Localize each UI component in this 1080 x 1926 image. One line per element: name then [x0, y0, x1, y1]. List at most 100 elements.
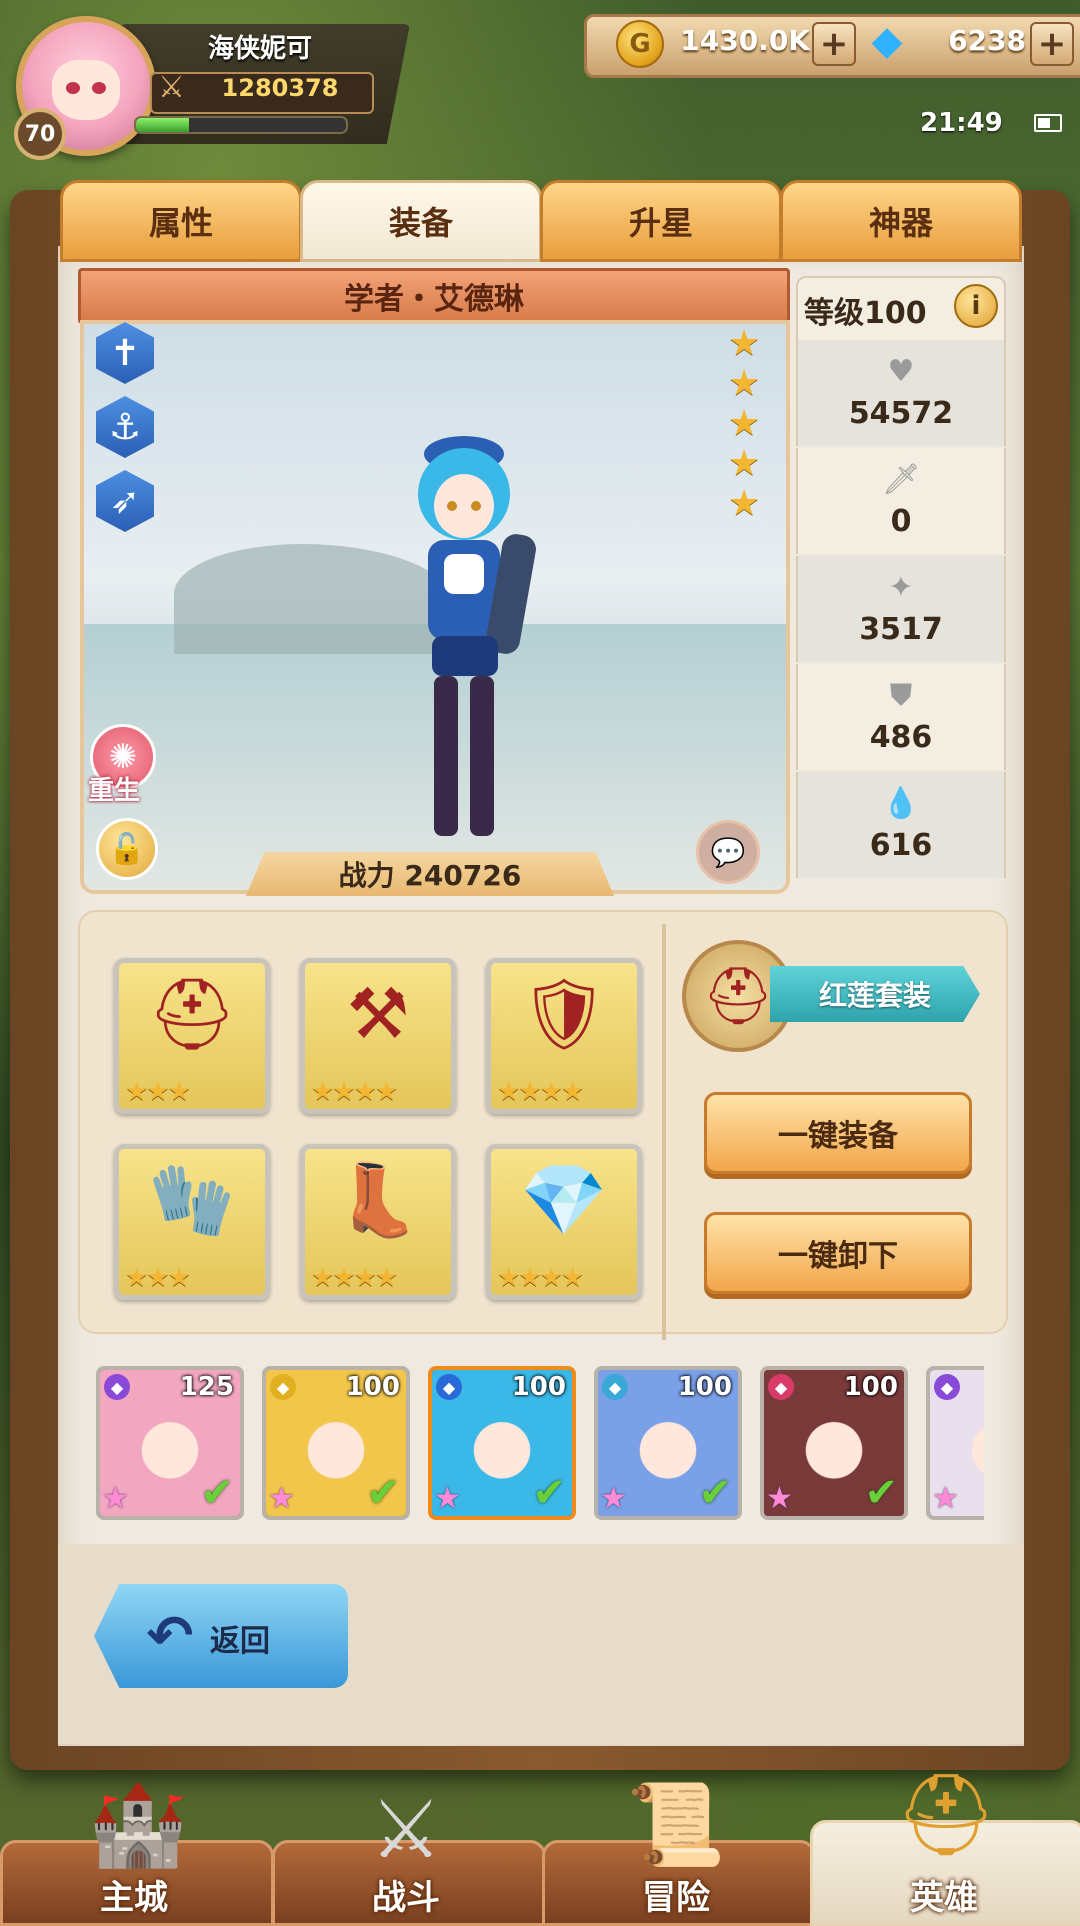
rainbow-star-icon: ★ [932, 1481, 959, 1516]
back-label: 返回 [210, 1624, 270, 1659]
equipment-set-label[interactable]: 红莲套装 [770, 966, 980, 1022]
nav-battle-label: 战斗 [372, 1878, 440, 1918]
hero-roster[interactable]: ◆ 125 ✔ ★ ◆ 100 ✔ ★ ◆ 100 ✔ ★ ◆ 100 ✔ ★ ◆ 100 ✔ ★ ◆ ★ [96, 1366, 984, 1522]
rainbow-star-icon: ★ [102, 1481, 129, 1516]
nav-hero-label: 英雄 [910, 1878, 978, 1918]
rainbow-star-icon: ★ [766, 1481, 793, 1516]
stat-row: 💧 616 [796, 772, 1006, 878]
hero-card[interactable]: ◆ 100 ✔ ★ [594, 1366, 742, 1520]
hero-level: 125 [179, 1372, 234, 1402]
battery-icon [1034, 114, 1062, 132]
stat-value: 3517 [859, 612, 943, 647]
equipment-slot[interactable]: 💎 ★★★★ [486, 1144, 642, 1300]
checkmark-icon: ✔ [864, 1470, 898, 1516]
equipment-stars: ★★★★ [497, 1263, 584, 1293]
hero-card[interactable]: ◆ ★ [926, 1366, 984, 1520]
stat-row: ✦ 3517 [796, 556, 1006, 662]
equipment-slot[interactable]: ⚒ ★★★★ [300, 958, 456, 1114]
checkmark-icon: ✔ [200, 1470, 234, 1516]
stat-value: 616 [869, 828, 933, 863]
star-icon: ★ [728, 483, 761, 524]
stat-row: ♥ 54572 [796, 340, 1006, 446]
hero-class-icon: ◆ [436, 1374, 462, 1400]
star-icon: ★ [728, 323, 761, 364]
castle-icon: 🏰 [88, 1778, 188, 1871]
scroll-map-icon: 📜 [626, 1778, 726, 1871]
equip-all-button[interactable]: 一键装备 [704, 1092, 972, 1174]
hero-helmet-icon: ⛑ [895, 1768, 997, 1861]
star-icon: ★ [728, 403, 761, 444]
lock-icon[interactable]: 🔓 [96, 818, 158, 880]
avatar-eye [92, 82, 106, 94]
nav-adventure-label: 冒险 [642, 1878, 710, 1918]
avatar-face [52, 60, 120, 120]
player-xp-bar [134, 116, 348, 134]
rainbow-star-icon: ★ [600, 1481, 627, 1516]
shield-icon: ⛊ [889, 678, 913, 713]
hero-level: 100 [345, 1372, 400, 1402]
tab-attributes[interactable]: 属性 [60, 180, 302, 262]
gold-coin-icon: G [616, 20, 664, 68]
back-arrow-icon: ↶ [146, 1603, 194, 1669]
hero-class-icon: ◆ [270, 1374, 296, 1400]
hero-card[interactable]: ◆ 100 ✔ ★ [262, 1366, 410, 1520]
gloves-icon: 🧤 [148, 1159, 236, 1241]
equipment-stars: ★★★★ [497, 1077, 584, 1107]
info-icon[interactable]: i [954, 284, 998, 328]
stat-value: 0 [890, 504, 912, 539]
equipment-divider [662, 924, 666, 1340]
hero-card[interactable]: ◆ 100 ✔ ★ [428, 1366, 576, 1520]
crossed-swords-icon: ⚔ [370, 1782, 442, 1876]
hero-level: 100 [677, 1372, 732, 1402]
xp-bar-fill [136, 118, 189, 132]
star-icon: ★ [728, 443, 761, 484]
hero-card[interactable]: ◆ 125 ✔ ★ [96, 1366, 244, 1520]
hero-power: 战力 240726 [246, 852, 614, 896]
unequip-all-button[interactable]: 一键卸下 [704, 1212, 972, 1294]
checkmark-icon: ✔ [366, 1470, 400, 1516]
hero-class-icon: ◆ [768, 1374, 794, 1400]
crossed-swords-icon: ⚔ [158, 70, 185, 105]
accessory-icon: 💎 [520, 1159, 608, 1241]
equipment-slot[interactable]: 👢 ★★★★ [300, 1144, 456, 1300]
burst-icon: ✦ [888, 570, 914, 605]
stat-row: ⛊ 486 [796, 664, 1006, 770]
gem-amount: 6238 [948, 24, 1026, 57]
boots-icon: 👢 [334, 1159, 422, 1241]
hero-level: 100 [511, 1372, 566, 1402]
equipment-slot[interactable]: ⛑ ★★★ [114, 958, 270, 1114]
helmet-icon: ⛑ [147, 973, 237, 1055]
equipment-stars: ★★★ [125, 1077, 191, 1107]
rebirth-label[interactable]: 重生 [88, 770, 140, 807]
diamond-icon: ◆ [871, 18, 903, 64]
equipment-slot[interactable]: 🛡 ★★★★ [486, 958, 642, 1114]
tab-artifact[interactable]: 神器 [780, 180, 1022, 262]
add-gems-button[interactable]: + [1030, 22, 1074, 66]
hero-class-icon: ◆ [104, 1374, 130, 1400]
equipment-stars: ★★★ [125, 1263, 191, 1293]
hero-card[interactable]: ◆ 100 ✔ ★ [760, 1366, 908, 1520]
avatar-eye [66, 82, 80, 94]
add-gold-button[interactable]: + [812, 22, 856, 66]
player-level-badge: 70 [14, 108, 66, 160]
hero-character-model[interactable] [384, 414, 544, 854]
drop-icon: 💧 [882, 786, 920, 821]
sword-icon: 🗡 [881, 462, 921, 497]
stat-row: 🗡 0 [796, 448, 1006, 554]
hero-level: 100 [843, 1372, 898, 1402]
rainbow-star-icon: ★ [268, 1481, 295, 1516]
equipment-stars: ★★★★ [311, 1263, 398, 1293]
player-name: 海侠妮可 [207, 34, 312, 64]
equipment-slot[interactable]: 🧤 ★★★ [114, 1144, 270, 1300]
hero-class-icon: ◆ [602, 1374, 628, 1400]
tab-star-up[interactable]: 升星 [540, 180, 782, 262]
heart-icon: ♥ [887, 354, 915, 389]
hero-display-stage [80, 320, 790, 894]
checkmark-icon: ✔ [532, 1470, 566, 1516]
hero-star-rating: ★ ★ ★ ★ ★ [728, 324, 768, 524]
hero-level: 等级100 [804, 296, 927, 331]
weapon-icon: ⚒ [346, 973, 410, 1055]
chat-icon[interactable]: 💬 [696, 820, 760, 884]
equipment-stars: ★★★★ [311, 1077, 398, 1107]
tab-equipment[interactable]: 装备 [300, 180, 542, 262]
